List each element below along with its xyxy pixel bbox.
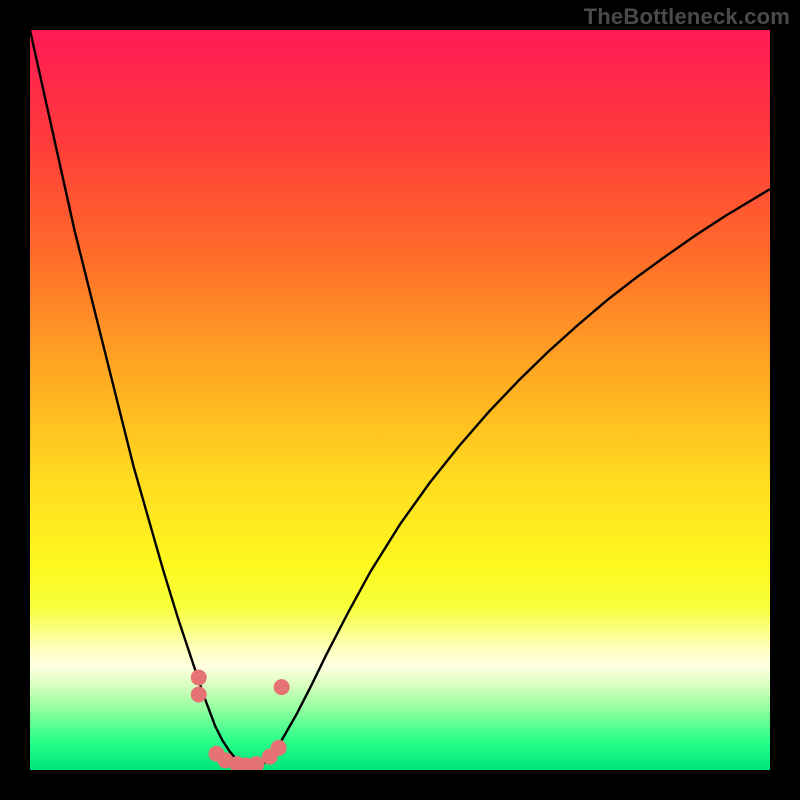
marker-dot <box>274 679 290 695</box>
outer-frame: TheBottleneck.com <box>0 0 800 800</box>
marker-dot <box>191 670 207 686</box>
gradient-background <box>30 30 770 770</box>
chart-svg <box>30 30 770 770</box>
marker-dot <box>271 740 287 756</box>
watermark-label: TheBottleneck.com <box>584 4 790 30</box>
plot-area <box>30 30 770 770</box>
marker-dot <box>191 687 207 703</box>
